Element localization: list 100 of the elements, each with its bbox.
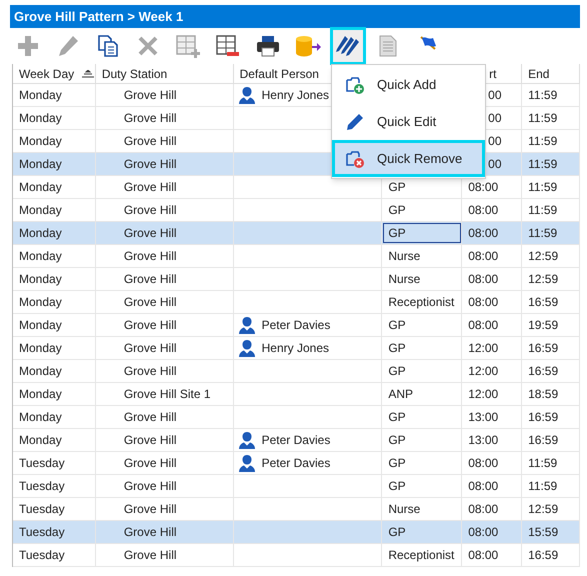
table-cell-text: 08:00 — [468, 547, 498, 564]
table-cell-text: Grove Hill — [124, 317, 177, 334]
table-cell-text: 08:00 — [468, 248, 498, 265]
table-row[interactable]: Monday Grove Hill GP 12:00 16:59 — [13, 360, 580, 383]
table-cell-text: 12:00 — [468, 340, 498, 357]
table-cell-text: Grove Hill — [124, 340, 177, 357]
table-cell-text: GP — [388, 432, 406, 449]
table-cell-text: Monday — [19, 271, 62, 288]
table-row[interactable]: Tuesday Grove Hill Nurse 08:00 12:59 — [13, 498, 580, 521]
table-row[interactable]: Monday Grove Hill GP 13:00 16:59 — [13, 406, 580, 429]
table-cell-text: Peter Davies — [262, 455, 330, 472]
table-row[interactable]: Monday Grove Hill Site 1 ANP 12:00 18:59 — [13, 383, 580, 406]
table-cell-text: Monday — [19, 432, 62, 449]
table-cell-text: GP — [388, 363, 406, 380]
table-cell-text: 11:59 — [528, 133, 558, 150]
table-cell-text: Tuesday — [19, 547, 65, 564]
table-row[interactable]: Tuesday Grove Hill GP 08:00 11:59 — [13, 475, 580, 498]
table-cell-text: GP — [388, 409, 406, 426]
table-cell-text: Grove Hill — [124, 133, 177, 150]
table-row[interactable]: Monday Grove Hill GP 08:00 11:59 — [13, 199, 580, 222]
table-cell-text: Monday — [19, 386, 62, 403]
person-icon — [238, 316, 256, 334]
table-cell-text: 12:59 — [528, 248, 558, 265]
table-row[interactable]: Monday Grove Hill Nurse 08:00 12:59 — [13, 245, 580, 268]
table-cell-text: Grove Hill — [124, 156, 177, 173]
table-cell-text: Monday — [19, 409, 62, 426]
table-row[interactable]: Monday Grove Hill Peter Davies GP 13:00 16:59 — [13, 429, 580, 452]
table-cell-text: Grove Hill — [124, 294, 177, 311]
window-title: Grove Hill Pattern > Week 1 — [10, 5, 580, 28]
table-cell-text: GP — [388, 478, 406, 495]
table-cell-text: 11:59 — [528, 87, 558, 104]
table-row[interactable]: Monday Grove Hill GP 08:00 11:59 — [13, 176, 580, 199]
table-row[interactable]: Tuesday Grove Hill GP 08:00 15:59 — [13, 521, 580, 544]
table-cell-text: Tuesday — [19, 455, 65, 472]
table-row[interactable]: Tuesday Grove Hill Peter Davies GP 08:00 11:59 — [13, 452, 580, 475]
table-cell-text: 08:00 — [468, 524, 498, 541]
table-cell-text: 11:59 — [528, 455, 558, 472]
column-header[interactable]: End — [528, 64, 550, 82]
toolbar-button[interactable] — [330, 27, 366, 65]
table-cell-text: 08:00 — [468, 501, 498, 518]
table-cell-text: Grove Hill — [124, 110, 177, 127]
table-cell-text: Tuesday — [19, 478, 65, 495]
table-cell-text: 19:59 — [528, 317, 558, 334]
table-cell-text: 00 — [488, 156, 502, 173]
table-cell-text: Monday — [19, 248, 62, 265]
table-cell-text: Monday — [19, 317, 62, 334]
table-cell-text: Grove Hill — [124, 478, 177, 495]
column-header[interactable]: Default Person — [240, 64, 319, 82]
table-row[interactable]: Monday Grove Hill Nurse 08:00 12:59 — [13, 268, 580, 291]
column-header[interactable]: Week Day — [19, 64, 74, 82]
table-cell-text: 08:00 — [468, 225, 498, 242]
table-cell-text: 11:59 — [528, 202, 558, 219]
table-row[interactable]: Monday Grove Hill Peter Davies GP 08:00 19:59 — [13, 314, 580, 337]
table-cell-text: GP — [388, 524, 406, 541]
pencil-icon — [56, 34, 80, 58]
table-cell-text: Grove Hill — [124, 409, 177, 426]
table-cell-text: 00 — [488, 133, 502, 150]
table-cell-text: Monday — [19, 340, 62, 357]
table-row[interactable]: Monday Grove Hill GP 08:00 11:59 — [13, 222, 580, 245]
table-cell-text: Monday — [19, 294, 62, 311]
table-cell-text: 13:00 — [468, 409, 498, 426]
table-cell-text: Grove Hill — [124, 87, 177, 104]
table-cell-text: Monday — [19, 156, 62, 173]
table-cell-text: Grove Hill Site 1 — [124, 386, 211, 403]
menu-item[interactable]: Quick Remove — [332, 140, 485, 177]
table-cell-text: Grove Hill — [124, 271, 177, 288]
table-cell-text: 12:59 — [528, 271, 558, 288]
table-cell-text: Grove Hill — [124, 524, 177, 541]
table-cell-text: 11:59 — [528, 110, 558, 127]
pencils-icon — [335, 34, 361, 58]
table-cell-text: 12:00 — [468, 363, 498, 380]
focused-cell[interactable]: GP — [382, 222, 462, 244]
column-header[interactable]: Duty Station — [102, 64, 168, 82]
grid-remove-icon — [215, 34, 241, 58]
table-cell-text: Receptionist — [388, 294, 454, 311]
table-cell-text: GP — [388, 340, 406, 357]
table-cell-text: 11:59 — [528, 478, 558, 495]
remove-icon — [345, 148, 365, 168]
table-cell-text: Grove Hill — [124, 501, 177, 518]
table-cell-text: Peter Davies — [262, 317, 330, 334]
table-cell-text: Tuesday — [19, 524, 65, 541]
table-cell-text: GP — [388, 202, 406, 219]
table-cell-text: Grove Hill — [124, 202, 177, 219]
menu-item-label: Quick Edit — [377, 112, 436, 131]
column-header[interactable]: rt — [489, 64, 496, 82]
table-cell-text: 08:00 — [468, 455, 498, 472]
table-row[interactable]: Tuesday Grove Hill Receptionist 08:00 16:59 — [13, 544, 580, 567]
table-cell-text: 11:59 — [528, 156, 558, 173]
table-cell-text: 00 — [488, 110, 502, 127]
table-row[interactable]: Monday Grove Hill Receptionist 08:00 16:59 — [13, 291, 580, 314]
table-cell-text: Grove Hill — [124, 432, 177, 449]
delete-icon — [136, 34, 160, 58]
person-icon — [238, 454, 256, 472]
table-cell-text: ANP — [388, 386, 414, 403]
table-cell-text: 11:59 — [528, 225, 558, 242]
database-icon — [294, 34, 322, 58]
table-cell-text: Nurse — [388, 271, 420, 288]
table-row[interactable]: Monday Grove Hill Henry Jones GP 12:00 16:59 — [13, 337, 580, 360]
table-cell-text: 16:59 — [528, 547, 558, 564]
table-cell-text: Grove Hill — [124, 225, 177, 242]
